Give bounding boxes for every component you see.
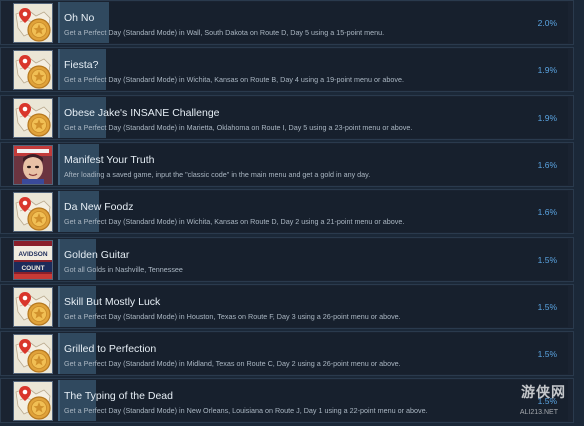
achievement-title: Oh No <box>64 12 95 24</box>
map-medal-icon <box>13 3 53 43</box>
achievement-row[interactable]: Fiesta? Get a Perfect Day (Standard Mode)… <box>0 47 574 93</box>
achievement-description: Get a Perfect Day (Standard Mode) in Wic… <box>64 217 405 227</box>
achievement-title: Golden Guitar <box>64 248 130 261</box>
achievement-description: Got all Golds in Nashville, Tennessee <box>64 264 183 274</box>
achievement-title: Skill But Mostly Luck <box>64 295 161 308</box>
achievement-row[interactable]: The Typing of the Dead Get a Perfect Day … <box>0 378 574 424</box>
achievement-row[interactable]: Skill But Mostly Luck Get a Perfect Day (… <box>0 283 574 329</box>
map-medal-icon <box>13 381 53 422</box>
achievement-description: Get a Perfect Day (Standard Mode) in Mar… <box>64 122 413 132</box>
achievement-title: Grilled to Perfection <box>64 343 157 356</box>
unlock-percent: 1.6% <box>537 159 557 170</box>
unlock-percent: 1.5% <box>537 301 557 312</box>
unlock-percent: 1.6% <box>537 207 557 218</box>
sign-icon: AVIDSON COUNT <box>13 239 53 280</box>
achievement-title: Fiesta? <box>64 59 99 72</box>
map-medal-icon <box>13 192 53 233</box>
achievement-row[interactable]: AVIDSON COUNT Golden Guitar Got all Golds… <box>0 236 574 282</box>
achievement-title: The Typing of the Dead <box>64 390 173 403</box>
unlock-percent: 1.5% <box>537 349 557 360</box>
unlock-percent: 1.9% <box>537 65 557 76</box>
svg-text:AVIDSON: AVIDSON <box>18 251 47 258</box>
svg-text:COUNT: COUNT <box>21 265 44 272</box>
map-medal-icon <box>13 286 53 327</box>
achievement-row[interactable]: Obese Jake's INSANE Challenge Get a Perfe… <box>0 94 574 140</box>
watermark-sub: ALI213.NET <box>519 409 558 416</box>
map-medal-icon <box>13 334 53 375</box>
achievement-description: After loading a saved game, input the "c… <box>64 169 371 179</box>
watermark: 游侠网 <box>521 385 566 401</box>
achievement-row[interactable]: Oh No Get a Perfect Day (Standard Mode) i… <box>0 0 574 45</box>
achievement-row[interactable]: Grilled to Perfection Get a Perfect Day (… <box>0 331 574 377</box>
unlock-percent: 1.5% <box>537 254 557 265</box>
map-medal-icon <box>13 97 53 138</box>
unlock-percent: 1.9% <box>537 112 557 123</box>
achievement-title: Obese Jake's INSANE Challenge <box>64 106 220 119</box>
achievement-title: Manifest Your Truth <box>64 153 155 166</box>
map-medal-icon <box>13 50 53 91</box>
achievement-row[interactable]: Manifest Your Truth After loading a saved… <box>0 141 574 187</box>
achievement-row[interactable]: Da New Foodz Get a Perfect Day (Standard … <box>0 189 574 235</box>
achievement-description: Get a Perfect Day (Standard Mode) in Wal… <box>64 28 385 37</box>
achievement-title: Da New Foodz <box>64 201 134 214</box>
achievement-description: Get a Perfect Day (Standard Mode) in New… <box>64 406 428 416</box>
achievement-description: Get a Perfect Day (Standard Mode) in Wic… <box>64 75 404 85</box>
character-portrait-icon <box>13 144 53 185</box>
unlock-percent: 2.0% <box>537 18 557 28</box>
achievement-description: Get a Perfect Day (Standard Mode) in Hou… <box>64 311 401 321</box>
achievement-description: Get a Perfect Day (Standard Mode) in Mid… <box>64 359 401 369</box>
